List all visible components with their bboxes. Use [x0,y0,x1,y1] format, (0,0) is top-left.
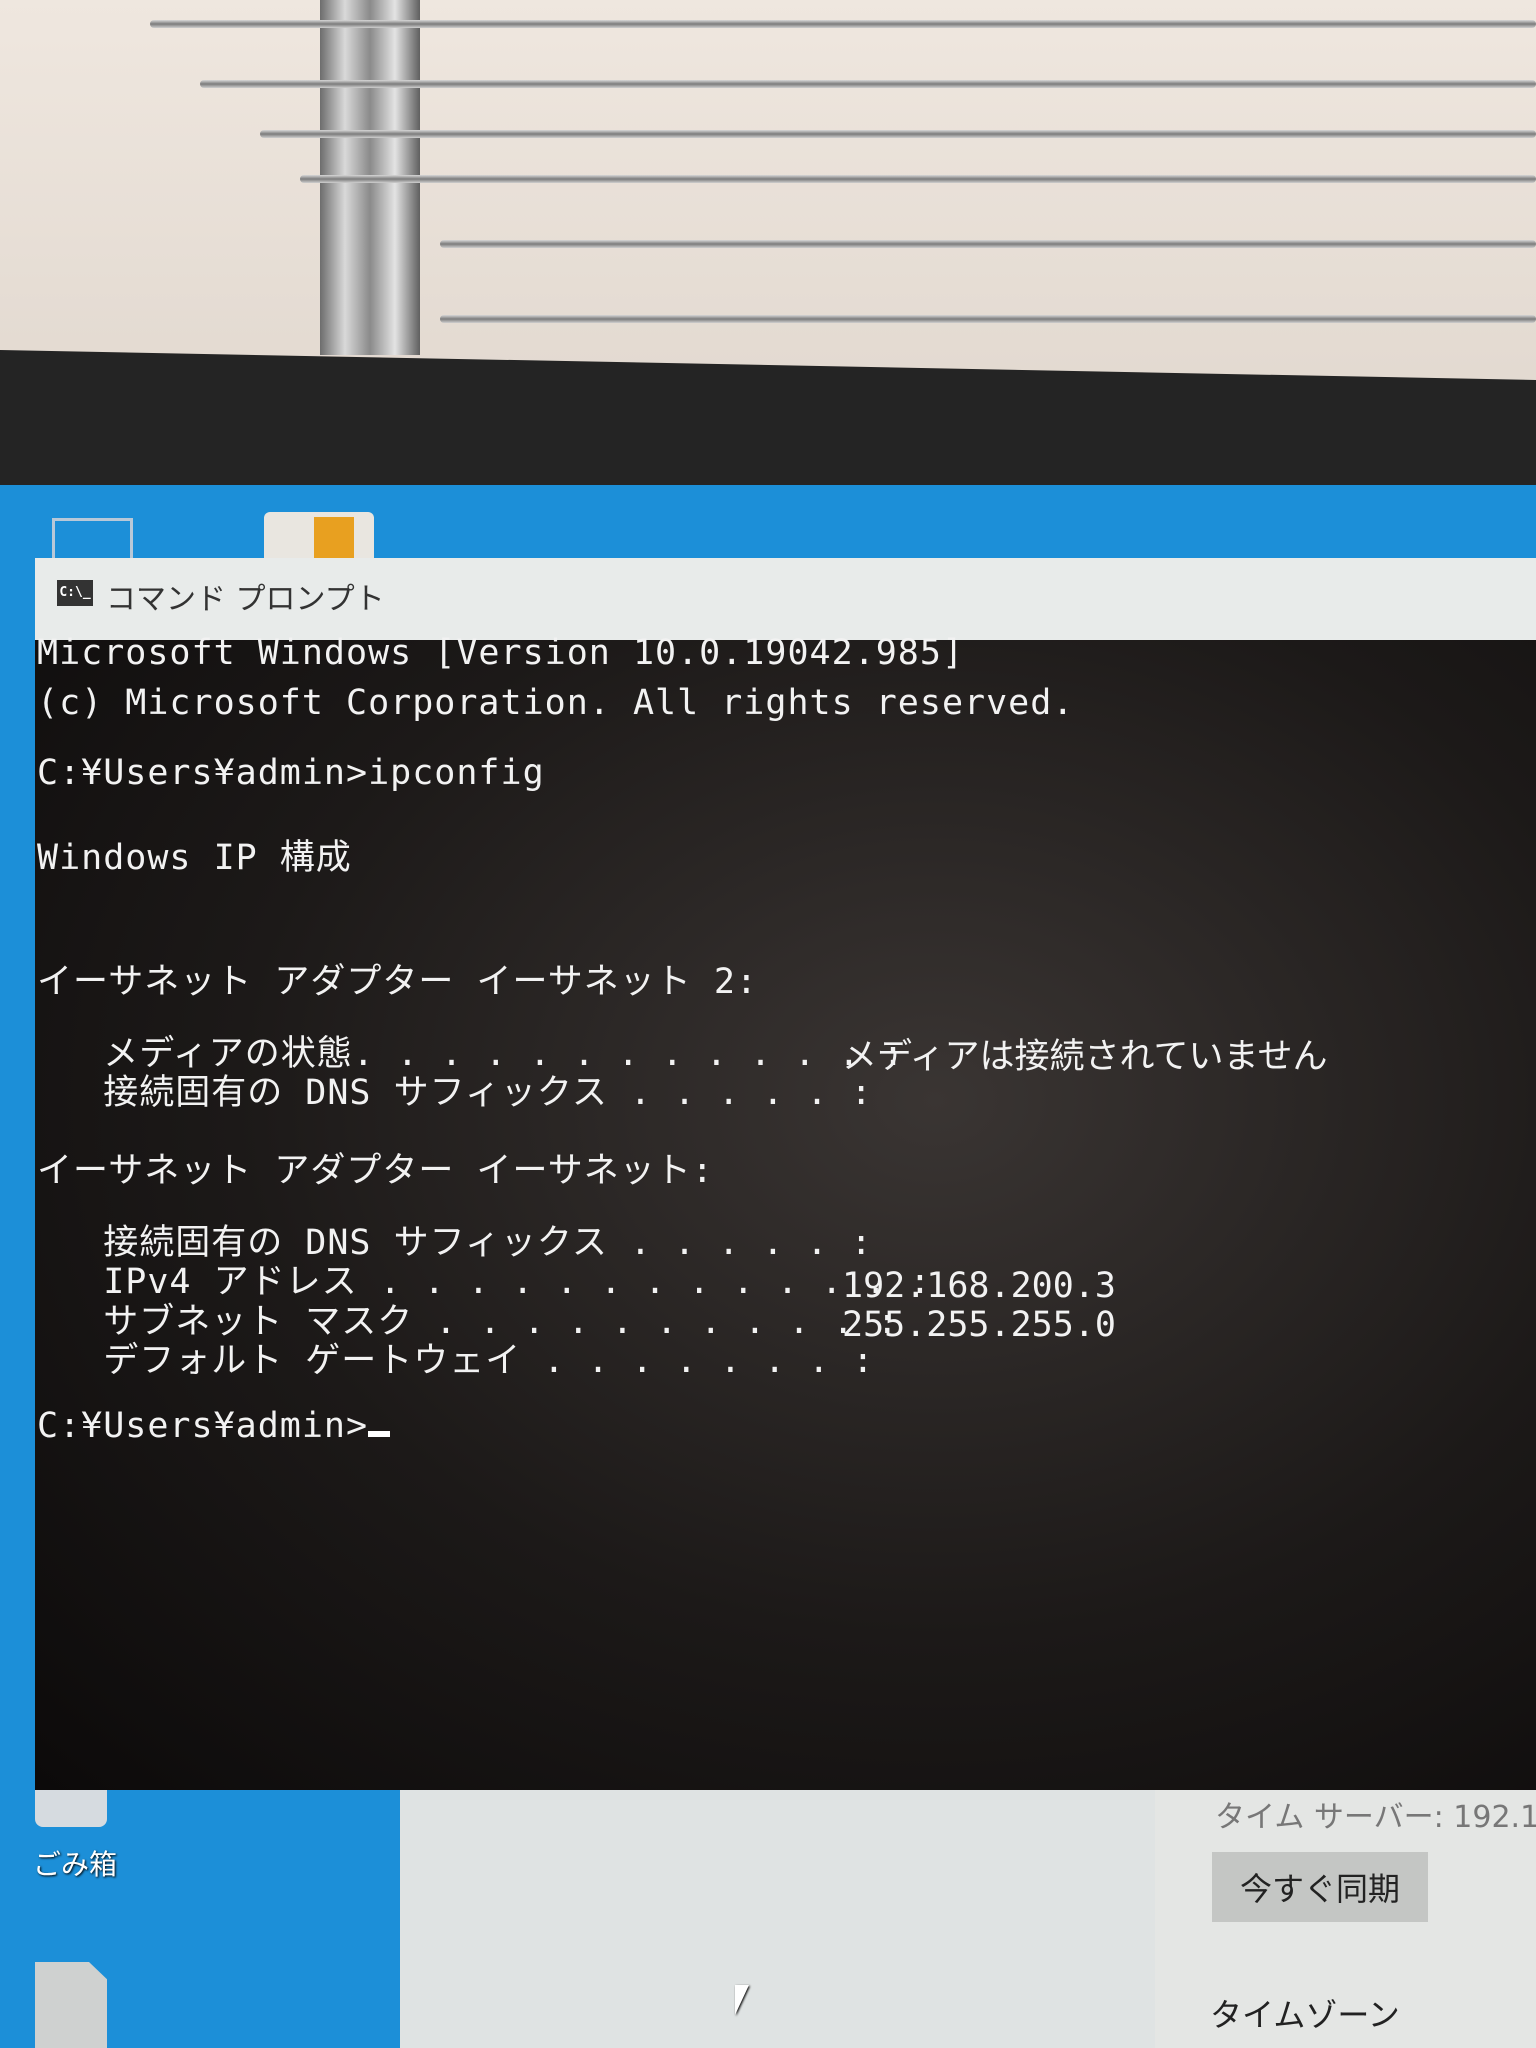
shelf-bar [300,175,1536,183]
timezone-label: タイムゾーン [1210,1996,1400,2034]
console-line: 接続固有の DNS サフィックス . . . . . : [37,1073,873,1113]
subnet-value: 255.255.255.0 [842,1305,1116,1345]
shelf-bar [150,20,1536,28]
window-title: コマンド プロンプト [106,582,385,617]
file-icon[interactable] [35,1962,107,2048]
console-line: イーサネット アダプター イーサネット: [37,1151,714,1191]
console-line: Microsoft Windows [Version 10.0.19042.98… [37,633,965,673]
photo-wall-background [0,0,1536,400]
console-line: (c) Microsoft Corporation. All rights re… [37,683,1075,723]
prompt-text: C:¥Users¥admin> [37,1406,369,1446]
time-server-text: タイム サーバー: 192.168. [1215,1800,1536,1835]
mouse-pointer-icon [735,1985,749,2015]
shelf-bar [260,130,1536,138]
console-line: デフォルト ゲートウェイ . . . . . . . : [37,1341,875,1381]
shelf-bar [440,315,1536,323]
cmd-icon: C:\_ [57,580,93,606]
console-line: C:¥Users¥admin>ipconfig [37,753,545,793]
prompt-line[interactable]: C:¥Users¥admin> [37,1406,391,1446]
console-line: イーサネット アダプター イーサネット 2: [37,962,758,1002]
text-cursor [368,1431,391,1437]
shelf-bar [440,240,1536,248]
console-line: Windows IP 構成 [37,838,352,878]
recycle-bin-label[interactable]: ごみ箱 [33,1843,117,1883]
shelf-bar [200,80,1536,88]
sync-now-button[interactable]: 今すぐ同期 [1212,1852,1428,1922]
media-state-value: メディアは接続されていません [842,1037,1328,1077]
